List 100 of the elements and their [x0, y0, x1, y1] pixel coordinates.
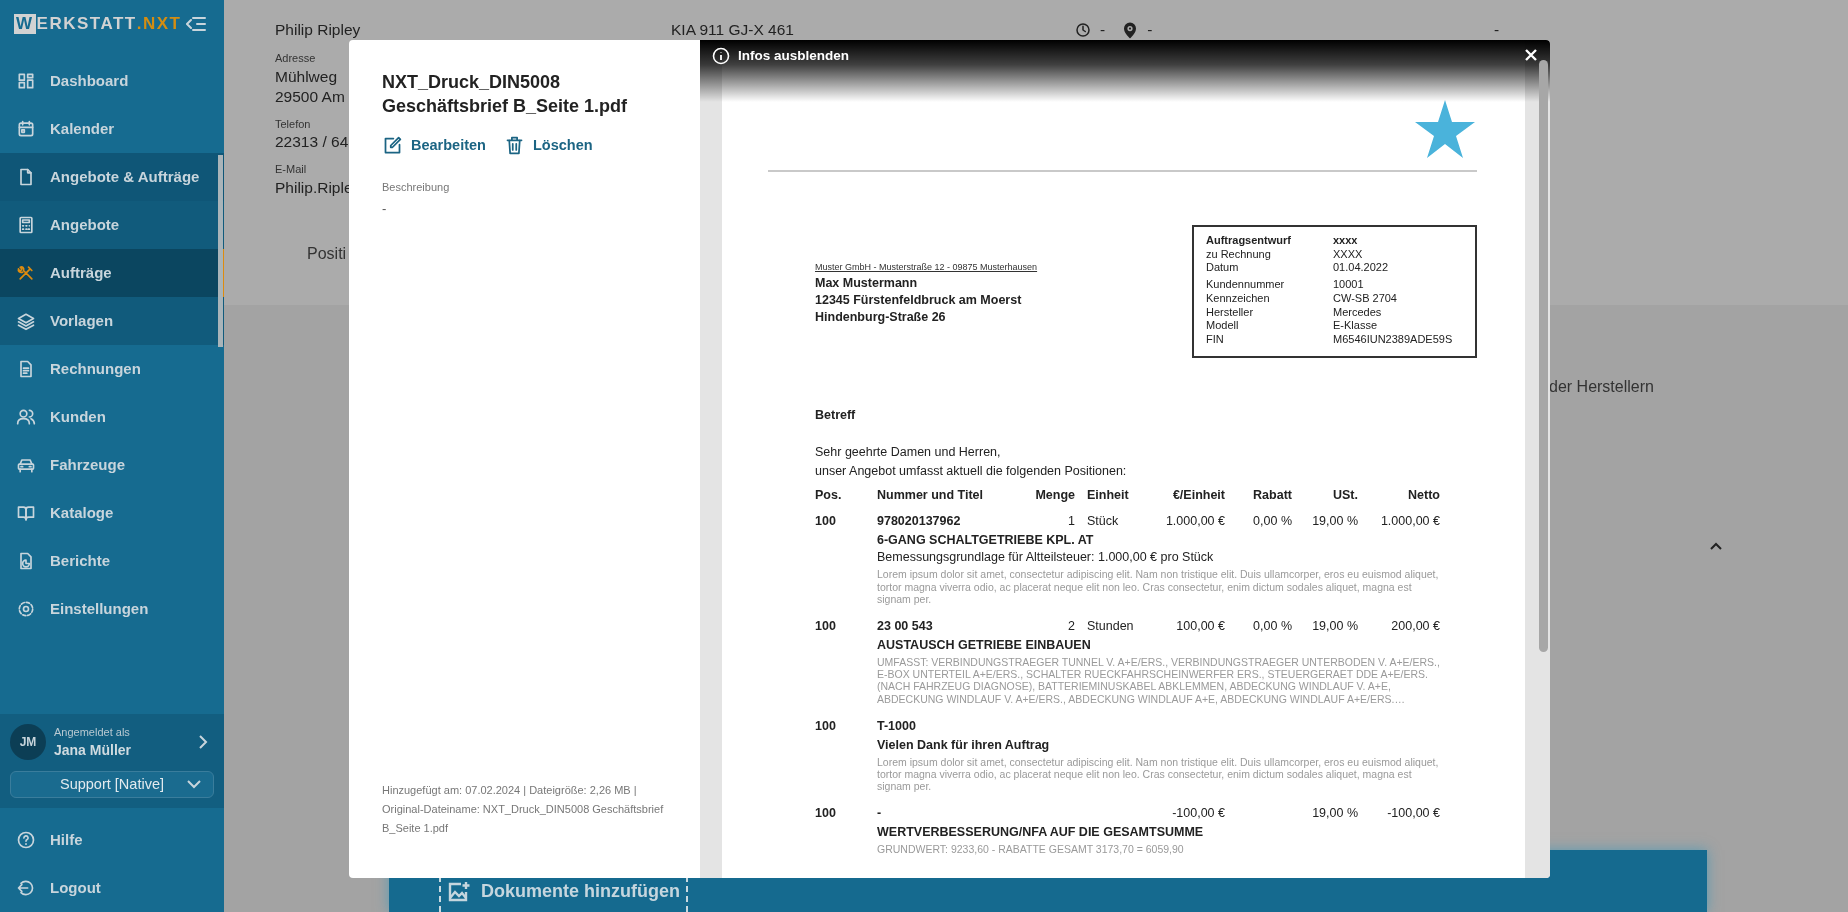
item-description: GRUNDWERT: 9233,60 - RABATTE GESAMT 3173,70 = 6059,90	[877, 843, 1185, 856]
nav-item[interactable]: Kalender	[0, 105, 224, 153]
item-description: UMFASST: VERBINDUNGSTRAEGER TUNNEL V. A+E/ERS., VERBINDUNGSTRAEGER UNTERBODEN V. A+E/ERS., E-BOX UNTERTEIL A+E/ERS., SCHALTER RUECKFAHRSCHEINWERFER ERS., STEUERGERAET DDE A+E/ERS. (NACH FAHRZEUG DIAGNOSE), BATTERIEMINUSKABEL ABKLEMMEN, ABDECKUNG WINDLAUF V. A+E, ABDECKUNG WINDLAUF V. A+E/ERS., ABDECKUNG WINDLAUF A+E, ABDECKUNG WINDLAUF A+E/ERS.…	[877, 656, 1441, 705]
nav-item[interactable]: Angebote	[0, 201, 224, 249]
table-cell-text: 100	[815, 717, 837, 734]
table-cell-text: 100	[815, 618, 837, 634]
info-label: FIN	[1206, 332, 1225, 347]
info-value: 01.04.2022	[1333, 261, 1390, 276]
table-cell-text: 23 00 543	[877, 618, 934, 634]
table-cell-text: 1.000,00 €	[1164, 513, 1225, 530]
info-label: Kundennummer	[1206, 278, 1286, 292]
field-value: 29500 Am	[275, 86, 345, 107]
info-value: Mercedes	[1333, 305, 1383, 320]
table-cell-text: 0,00 %	[1252, 513, 1292, 530]
field-value: Mühlweg	[275, 66, 338, 87]
table-cell-text: 1	[1067, 513, 1075, 530]
layers-icon	[16, 311, 36, 331]
table-cell-text: 100,00 €	[1175, 618, 1225, 634]
field-label: E-Mail	[275, 162, 307, 178]
nav-item[interactable]: Fahrzeuge	[0, 441, 224, 489]
column-header: Rabatt	[1252, 487, 1292, 504]
column-header: Einheit	[1086, 487, 1130, 504]
recipient-line: 12345 Fürstenfeldbruck am Moerst	[815, 291, 1023, 309]
table-cell-text: 2	[1067, 618, 1075, 634]
file-info: Hinzugefügt am: 07.02.2024 | Dateigröße: 2,26 MB | Original-Dateiname: NXT_Druck_DIN5008 Geschäftsbrief B_Seite 1.pdf	[382, 783, 665, 836]
table-cell-text: 0,00 %	[1252, 618, 1292, 634]
file-title: NXT_Druck_DIN5008 Geschäftsbrief B_Seite 1.pdf	[382, 71, 629, 118]
info-label: Modell	[1206, 319, 1240, 333]
item-note: Bemessungsgrundlage für Altteilsteuer: 1.000,00 € pro Stück	[877, 549, 1215, 566]
nav-item[interactable]: Einstellungen	[0, 585, 224, 633]
nav-item[interactable]: Angebote & Aufträge	[0, 153, 224, 201]
chevron-down-icon	[187, 780, 201, 789]
logout-icon	[16, 878, 36, 898]
nav-item[interactable]: Aufträge	[0, 249, 224, 297]
clock-icon	[1074, 20, 1092, 39]
role-select[interactable]: Support [Native]	[10, 771, 214, 798]
nav-item[interactable]: Vorlagen	[0, 297, 224, 345]
action-button[interactable]: Bearbeiten	[382, 135, 486, 157]
scrollbar-thumb[interactable]	[218, 155, 223, 347]
nav-item[interactable]: Dashboard	[0, 57, 224, 105]
info-value: xxxx	[1333, 234, 1359, 248]
info-value: E-Klasse	[1333, 319, 1379, 333]
field-label: Adresse	[275, 51, 316, 67]
column-value: -	[1494, 20, 1500, 40]
table-cell-text: 19,00 %	[1311, 805, 1358, 822]
sender-line: Muster GmbH - Musterstraße 12 - 09875 Musterhausen	[815, 261, 1038, 274]
calendar-icon	[16, 119, 36, 139]
table-cell-text: 100	[815, 805, 837, 822]
nav-item[interactable]: Rechnungen	[0, 345, 224, 393]
star-icon	[1415, 100, 1475, 158]
book-icon	[16, 503, 36, 523]
help-icon	[16, 830, 36, 850]
nav-item[interactable]: Logout	[0, 864, 224, 912]
user-avatar: JM	[10, 724, 46, 761]
tools-icon	[16, 263, 36, 283]
table-cell-text: 19,00 %	[1311, 618, 1358, 634]
greeting-text: unser Angebot umfasst aktuell die folgenden Positionen:	[815, 463, 1128, 481]
description-label: Beschreibung	[382, 179, 451, 195]
chevron-right-icon[interactable]	[198, 735, 208, 750]
column-header: Netto	[1407, 487, 1440, 504]
hide-info-button[interactable]: Infos ausblenden	[712, 46, 849, 67]
info-value: CW-SB 2704	[1333, 291, 1398, 306]
column-header: USt.	[1332, 487, 1358, 504]
info-value: M6546IUN2389ADE59S	[1333, 332, 1454, 347]
collapse-menu-icon	[186, 16, 206, 32]
field-value: Philip.Riple	[275, 177, 353, 198]
recipient-line: Hindenburg-Straße 26	[815, 308, 947, 326]
info-label: Auftragsentwurf	[1206, 234, 1292, 248]
info-label: Hersteller	[1206, 305, 1255, 320]
table-cell-text: 19,00 %	[1311, 513, 1358, 530]
field-label: Telefon	[275, 116, 311, 132]
user-caption: Angemeldet als	[54, 724, 131, 740]
item-description: Lorem ipsum dolor sit amet, consectetur adipiscing elit. Nam non tristique elit. Duis ullamcorper, eros eu euismod aliquet, tortor magna viverra odio, ac placerat neque elit non leo. Cras consectetur, enim dictum sodales aliquet, magna est signam per.	[877, 755, 1440, 793]
nav-item[interactable]: Kunden	[0, 393, 224, 441]
table-cell-text: -100,00 €	[1171, 805, 1225, 822]
calculator-icon	[16, 215, 36, 235]
nav-item[interactable]: Kataloge	[0, 489, 224, 537]
table-cell-text: 100	[815, 513, 837, 530]
item-title: 6-GANG SCHALTGETRIEBE KPL. AT	[877, 532, 1095, 549]
info-label: Datum	[1206, 261, 1240, 276]
nav-item[interactable]: Berichte	[0, 537, 224, 585]
vehicle-plate: KIA 911 GJ-X 461	[671, 20, 794, 40]
info-label: zu Rechnung	[1206, 247, 1272, 262]
image-add-icon	[447, 880, 471, 903]
section-text: der Herstellern	[1549, 377, 1655, 397]
table-cell-text: -100,00 €	[1386, 805, 1440, 822]
subject-label: Betreff	[815, 406, 857, 424]
table-cell-text: -	[877, 805, 883, 822]
column-header: Nummer und Titel	[877, 487, 985, 504]
item-title: AUSTAUSCH GETRIEBE EINBAUEN	[877, 637, 1092, 653]
app-logo: W ERKSTATT.NXT	[14, 13, 182, 36]
people-icon	[16, 407, 36, 427]
table-cell-text: T-1000	[877, 717, 917, 734]
greeting-text: Sehr geehrte Damen und Herren,	[815, 444, 1002, 462]
action-button[interactable]: Löschen	[503, 135, 593, 157]
item-title: Vielen Dank für ihren Auftrag	[877, 736, 1051, 753]
nav-item[interactable]: Hilfe	[0, 816, 224, 864]
settings-icon	[16, 599, 36, 619]
scrollbar-thumb[interactable]	[1539, 60, 1548, 652]
info-value: XXXX	[1333, 247, 1364, 262]
